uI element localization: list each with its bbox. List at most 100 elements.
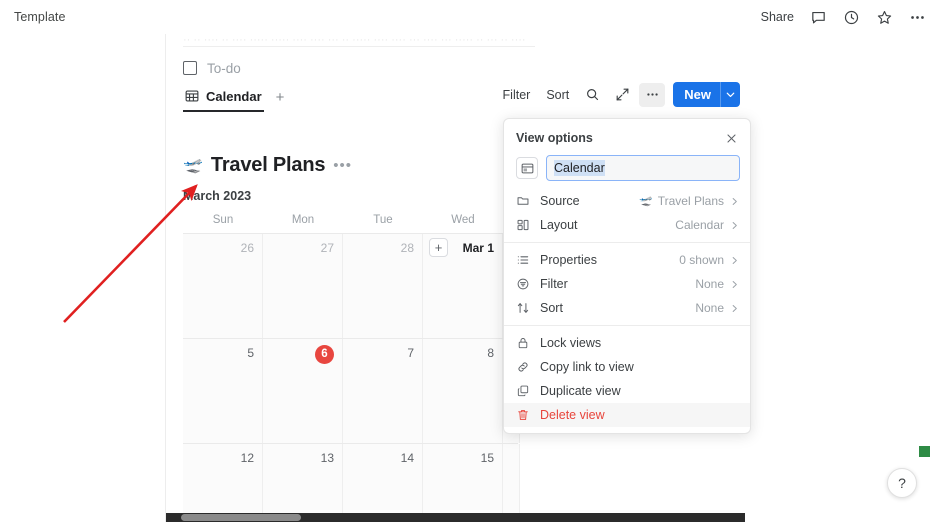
calendar-day-cell[interactable]: 14 — [343, 444, 423, 522]
menu-item-label: Sort — [540, 301, 563, 315]
menu-item-source[interactable]: Source 🛫 Travel Plans — [504, 189, 750, 213]
day-number: 12 — [240, 451, 254, 465]
calendar-day-cell[interactable]: 5 — [183, 339, 263, 443]
status-indicator — [919, 446, 930, 457]
chevron-right-icon — [729, 255, 740, 266]
menu-item-value-text: None — [695, 277, 724, 291]
more-options-icon[interactable] — [909, 9, 926, 26]
help-button[interactable]: ? — [887, 468, 917, 498]
menu-item-value: 🛫 Travel Plans — [639, 194, 740, 208]
database-title[interactable]: Travel Plans — [211, 154, 326, 177]
chevron-right-icon — [729, 279, 740, 290]
menu-item-duplicate-view[interactable]: Duplicate view — [504, 379, 750, 403]
calendar-day-cell[interactable]: + Mar 1 — [423, 234, 503, 338]
menu-item-value: None — [695, 301, 740, 315]
close-icon[interactable] — [722, 129, 740, 147]
day-number: Mar 1 — [462, 241, 494, 255]
calendar-day-cell[interactable]: 12 — [183, 444, 263, 522]
tab-calendar-label: Calendar — [206, 88, 262, 104]
screenshot-root: Template Share ·· ·· ···· ·· ···· ····· … — [0, 0, 940, 522]
database-header: 🛫 Travel Plans ••• — [183, 154, 352, 177]
view-options-panel: View options Calendar Source 🛫 Travel Pl… — [503, 118, 751, 434]
calendar-grid: 26 27 28 + Mar 1 5 6 7 8 12 13 14 15 — [183, 233, 520, 522]
add-event-button[interactable]: + — [429, 238, 448, 257]
menu-item-value: Calendar — [675, 218, 740, 232]
day-header-sun: Sun — [212, 214, 234, 226]
menu-item-layout[interactable]: Layout Calendar — [504, 213, 750, 237]
menu-item-lock-views[interactable]: Lock views — [504, 331, 750, 355]
calendar-day-cell-today[interactable]: 6 — [263, 339, 343, 443]
menu-item-delete-view[interactable]: Delete view — [504, 403, 750, 427]
day-number: 8 — [487, 346, 494, 360]
todo-label: To-do — [207, 60, 241, 76]
more-horizontal-icon[interactable] — [639, 82, 666, 107]
menu-item-label: Duplicate view — [540, 384, 621, 398]
expand-icon[interactable] — [609, 83, 635, 107]
menu-item-sort[interactable]: Sort None — [504, 296, 750, 320]
database-more-icon[interactable]: ••• — [333, 158, 352, 173]
view-options-title: View options — [516, 131, 593, 145]
view-options-group-actions: Lock views Copy link to view Duplicate v… — [504, 331, 750, 427]
duplicate-icon — [516, 384, 534, 398]
layout-icon — [516, 218, 534, 232]
view-options-group-data: Properties 0 shown Filter None Sort None — [504, 248, 750, 320]
divider — [183, 46, 535, 47]
chevron-right-icon — [729, 303, 740, 314]
day-header-wed: Wed — [451, 214, 475, 226]
divider — [504, 242, 750, 243]
share-button[interactable]: Share — [761, 10, 794, 24]
new-button[interactable]: New — [673, 82, 740, 107]
add-view-button[interactable]: + — [276, 90, 285, 108]
day-number: 15 — [480, 451, 494, 465]
filter-icon — [516, 277, 534, 291]
airplane-departure-icon: 🛫 — [183, 156, 203, 174]
list-icon — [516, 253, 534, 267]
menu-item-filter[interactable]: Filter None — [504, 272, 750, 296]
calendar-day-cell[interactable]: 8 — [423, 339, 503, 443]
history-icon[interactable] — [843, 9, 860, 26]
menu-item-properties[interactable]: Properties 0 shown — [504, 248, 750, 272]
day-header-tue: Tue — [373, 214, 393, 226]
chevron-right-icon — [729, 196, 740, 207]
menu-item-value-text: 0 shown — [679, 253, 724, 267]
document-title: Template — [14, 10, 66, 24]
todo-block[interactable]: To-do — [183, 56, 241, 80]
calendar-week-row: 12 13 14 15 — [183, 444, 520, 522]
chevron-right-icon — [729, 220, 740, 231]
calendar-day-cell[interactable]: 13 — [263, 444, 343, 522]
folder-icon — [516, 194, 534, 208]
tab-calendar[interactable]: Calendar — [183, 87, 264, 112]
view-name-input[interactable]: Calendar — [546, 155, 740, 181]
menu-item-label: Copy link to view — [540, 360, 634, 374]
calendar-day-cell[interactable]: 26 — [183, 234, 263, 338]
calendar-week-row: 26 27 28 + Mar 1 — [183, 234, 520, 339]
chevron-down-icon[interactable] — [720, 82, 740, 107]
star-icon[interactable] — [876, 9, 893, 26]
menu-item-label: Layout — [540, 218, 578, 232]
view-options-group-source: Source 🛫 Travel Plans Layout Calendar — [504, 189, 750, 237]
menu-item-label: Delete view — [540, 408, 605, 422]
search-icon[interactable] — [579, 83, 605, 107]
calendar-day-cell[interactable]: 15 — [423, 444, 503, 522]
airplane-departure-icon: 🛫 — [639, 194, 653, 207]
horizontal-scrollbar[interactable] — [166, 513, 745, 522]
comment-icon[interactable] — [810, 9, 827, 26]
day-number: 27 — [320, 241, 334, 255]
day-number: 5 — [247, 346, 254, 360]
calendar-day-cell[interactable]: 28 — [343, 234, 423, 338]
calendar-day-cell[interactable]: 7 — [343, 339, 423, 443]
menu-item-label: Source — [540, 194, 580, 208]
todo-checkbox[interactable] — [183, 61, 197, 75]
sort-icon — [516, 301, 534, 315]
menu-item-value-text: Calendar — [675, 218, 724, 232]
calendar-day-cell[interactable]: 27 — [263, 234, 343, 338]
menu-item-copy-link[interactable]: Copy link to view — [504, 355, 750, 379]
filter-button[interactable]: Filter — [497, 83, 537, 107]
day-number: 28 — [400, 241, 414, 255]
day-number: 7 — [407, 346, 414, 360]
link-icon — [516, 360, 534, 374]
sort-button[interactable]: Sort — [540, 83, 575, 107]
calendar-day-cell-clipped[interactable] — [503, 444, 520, 522]
scrollbar-thumb[interactable] — [181, 514, 301, 521]
day-number-today: 6 — [315, 345, 334, 364]
